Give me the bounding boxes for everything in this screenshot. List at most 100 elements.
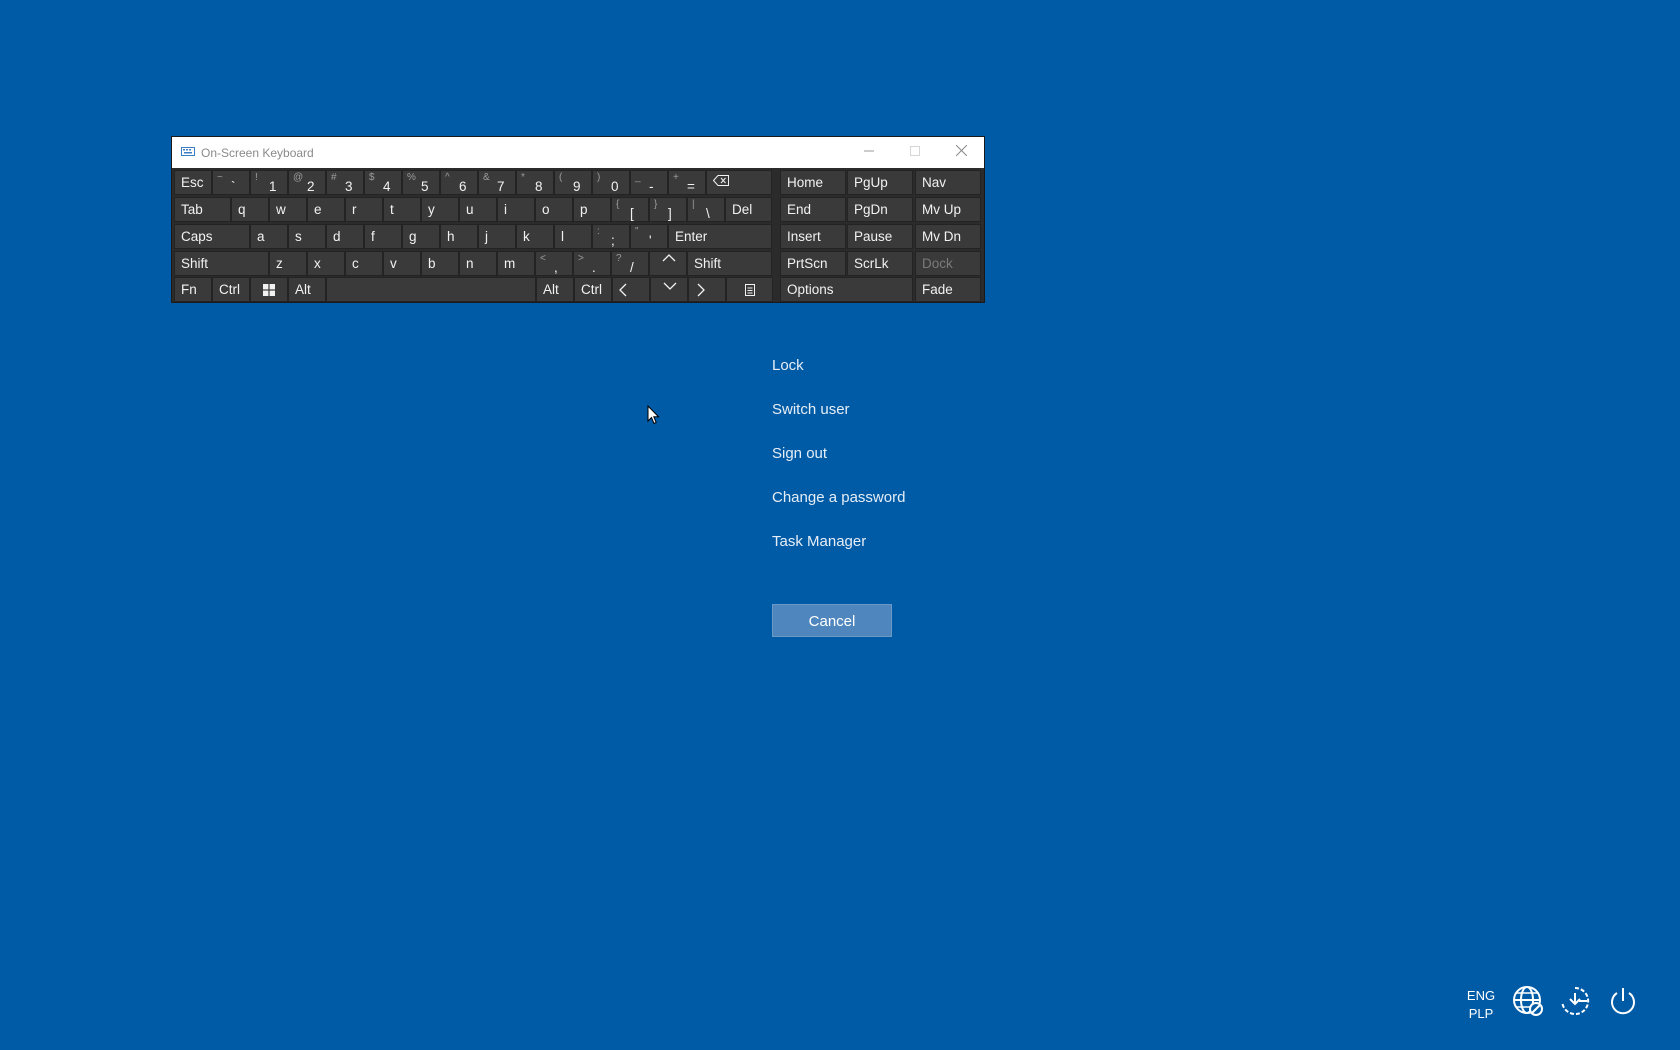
key-7[interactable]: & 7 — [478, 170, 516, 195]
switch-user-option[interactable]: Switch user — [772, 401, 850, 418]
key-4[interactable]: $4 — [364, 170, 402, 195]
sign-out-option[interactable]: Sign out — [772, 445, 827, 462]
power-icon[interactable] — [1607, 985, 1639, 1017]
key-t[interactable]: t — [383, 197, 421, 222]
key-m[interactable]: m — [497, 251, 535, 276]
key-home[interactable]: Home — [780, 170, 846, 195]
key-pgup[interactable]: PgUp — [847, 170, 913, 195]
key-g[interactable]: g — [402, 224, 440, 249]
key-s[interactable]: s — [288, 224, 326, 249]
key-w[interactable]: w — [269, 197, 307, 222]
key-ralt[interactable]: Alt — [536, 277, 574, 302]
key-enter[interactable]: Enter — [668, 224, 772, 249]
key-win[interactable] — [250, 277, 288, 302]
key-menu[interactable] — [726, 277, 773, 302]
key-c[interactable]: c — [345, 251, 383, 276]
key-j[interactable]: j — [478, 224, 516, 249]
key-v[interactable]: v — [383, 251, 421, 276]
close-icon — [955, 144, 967, 157]
key-mvup[interactable]: Mv Up — [915, 197, 981, 222]
input-language-indicator[interactable]: ENG PLP — [1463, 987, 1499, 1023]
key-mvdn[interactable]: Mv Dn — [915, 224, 981, 249]
key-tilde[interactable]: ~ ` — [212, 170, 250, 195]
key-rbracket[interactable]: }] — [649, 197, 687, 222]
key-minus[interactable]: _ - — [630, 170, 668, 195]
key-f[interactable]: f — [364, 224, 402, 249]
key-r[interactable]: r — [345, 197, 383, 222]
key-down[interactable] — [650, 277, 688, 302]
key-esc[interactable]: Esc — [174, 170, 212, 195]
key-e[interactable]: e — [307, 197, 345, 222]
minimize-button[interactable] — [846, 137, 892, 168]
change-password-option[interactable]: Change a password — [772, 489, 905, 506]
close-button[interactable] — [938, 137, 984, 168]
network-icon[interactable] — [1512, 985, 1544, 1017]
cancel-button[interactable]: Cancel — [772, 604, 892, 637]
key-backslash[interactable]: | \ — [687, 197, 725, 222]
key-semicolon[interactable]: :; — [592, 224, 630, 249]
key-2[interactable]: @2 — [288, 170, 326, 195]
key-1[interactable]: ! 1 — [250, 170, 288, 195]
key-shift-symbol: ~ — [217, 172, 223, 183]
key-caps[interactable]: Caps — [174, 224, 250, 249]
key-label: t — [390, 202, 394, 217]
key-rshift[interactable]: Shift — [687, 251, 772, 276]
key-nav[interactable]: Nav — [915, 170, 981, 195]
key-backspace[interactable] — [706, 170, 772, 195]
key-z[interactable]: z — [269, 251, 307, 276]
key-b[interactable]: b — [421, 251, 459, 276]
key-rctrl[interactable]: Ctrl — [574, 277, 612, 302]
key-n[interactable]: n — [459, 251, 497, 276]
key-lalt[interactable]: Alt — [288, 277, 326, 302]
key-pause[interactable]: Pause — [847, 224, 913, 249]
key-label: u — [466, 202, 474, 217]
key-tab[interactable]: Tab — [174, 197, 231, 222]
key-o[interactable]: o — [535, 197, 573, 222]
key-label: b — [428, 256, 436, 271]
key-8[interactable]: * 8 — [516, 170, 554, 195]
key-end[interactable]: End — [780, 197, 846, 222]
key-lshift[interactable]: Shift — [174, 251, 269, 276]
key-p[interactable]: p — [573, 197, 611, 222]
key-q[interactable]: q — [231, 197, 269, 222]
key-right[interactable] — [688, 277, 726, 302]
key-comma[interactable]: <, — [535, 251, 573, 276]
key-del[interactable]: Del — [725, 197, 772, 222]
key-scrlk[interactable]: ScrLk — [847, 251, 913, 276]
key-y[interactable]: y — [421, 197, 459, 222]
key-options[interactable]: Options — [780, 277, 913, 302]
key-5[interactable]: % 5 — [402, 170, 440, 195]
task-manager-option[interactable]: Task Manager — [772, 533, 866, 550]
key-prtscn[interactable]: PrtScn — [780, 251, 846, 276]
key-fade[interactable]: Fade — [915, 277, 981, 302]
key-quote[interactable]: " ' — [630, 224, 668, 249]
key-3[interactable]: #3 — [326, 170, 364, 195]
key-lbracket[interactable]: {[ — [611, 197, 649, 222]
key-6[interactable]: ^ 6 — [440, 170, 478, 195]
key-a[interactable]: a — [250, 224, 288, 249]
key-up[interactable] — [649, 251, 687, 276]
key-insert[interactable]: Insert — [780, 224, 846, 249]
key-space[interactable] — [326, 277, 536, 302]
key-label: j — [485, 229, 488, 244]
key-period[interactable]: >. — [573, 251, 611, 276]
key-slash[interactable]: ? / — [611, 251, 649, 276]
key-h[interactable]: h — [440, 224, 478, 249]
key-equals[interactable]: + = — [668, 170, 706, 195]
key-9[interactable]: (9 — [554, 170, 592, 195]
ease-of-access-icon[interactable] — [1559, 985, 1591, 1017]
key-fn[interactable]: Fn — [174, 277, 212, 302]
key-i[interactable]: i — [497, 197, 535, 222]
key-0[interactable]: ) 0 — [592, 170, 630, 195]
key-l[interactable]: l — [554, 224, 592, 249]
key-u[interactable]: u — [459, 197, 497, 222]
key-d[interactable]: d — [326, 224, 364, 249]
key-pgdn[interactable]: PgDn — [847, 197, 913, 222]
maximize-button[interactable] — [892, 137, 938, 168]
lock-option[interactable]: Lock — [772, 357, 804, 374]
key-k[interactable]: k — [516, 224, 554, 249]
key-x[interactable]: x — [307, 251, 345, 276]
osk-title-bar[interactable]: On-Screen Keyboard — [172, 137, 984, 168]
key-left[interactable] — [612, 277, 650, 302]
key-lctrl[interactable]: Ctrl — [212, 277, 250, 302]
